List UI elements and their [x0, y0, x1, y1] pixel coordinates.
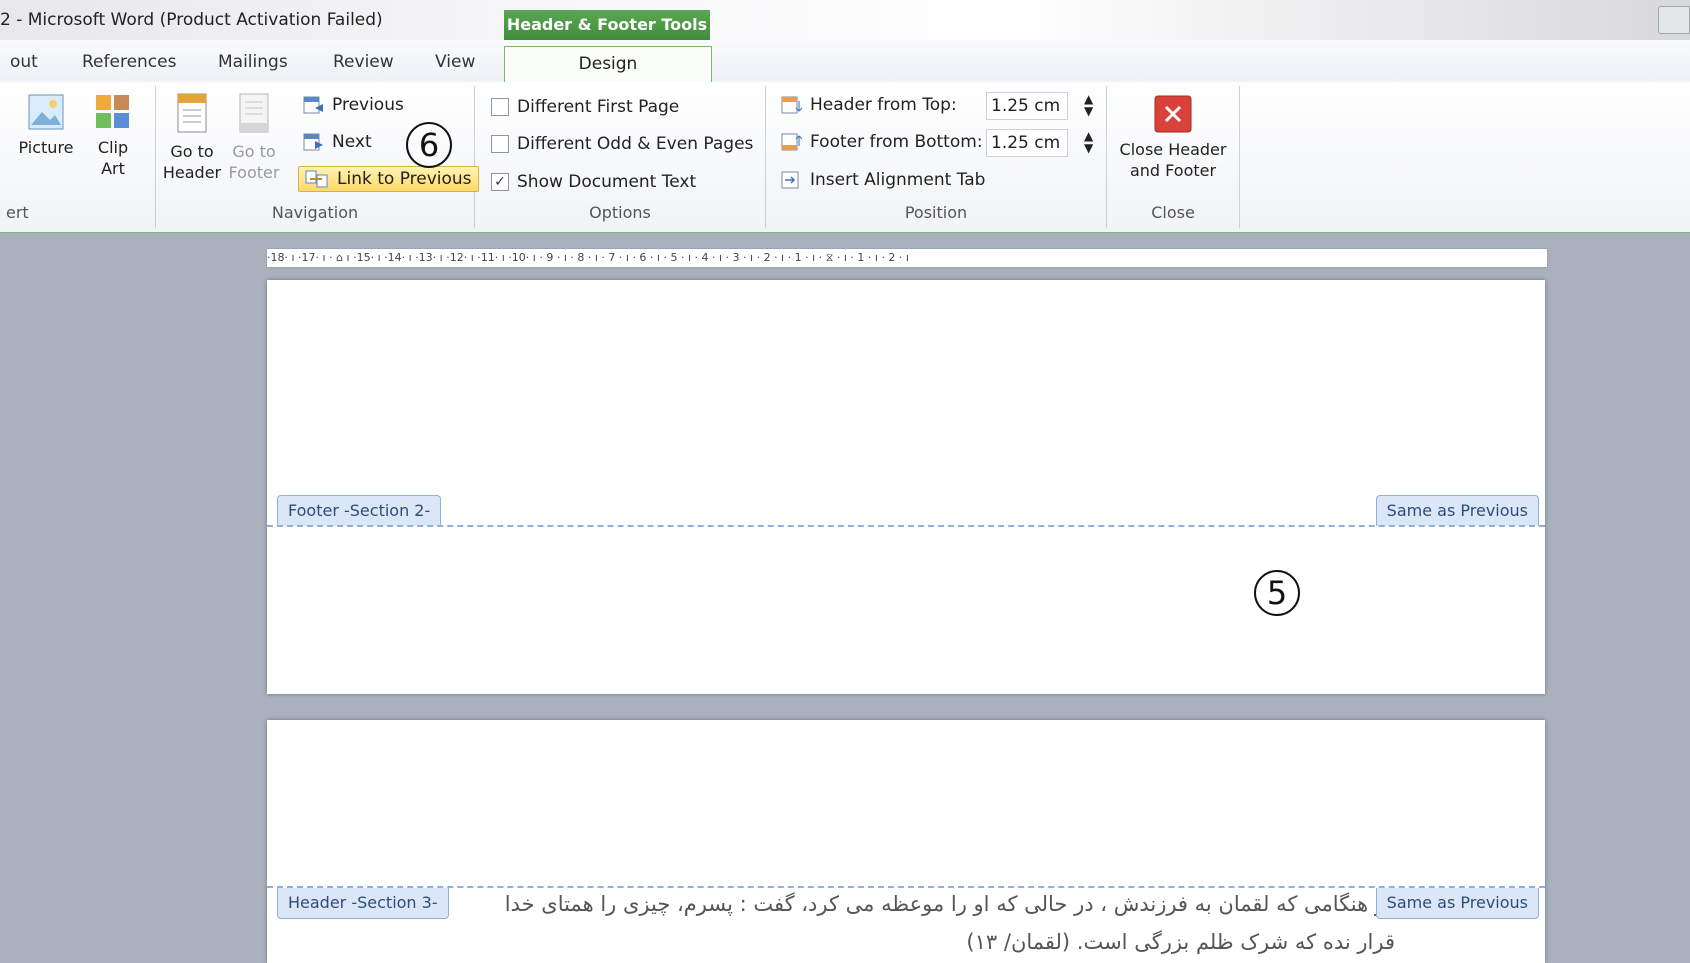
go-to-header-button[interactable]: Go to Header [162, 90, 222, 183]
go-to-footer-button[interactable]: Go to Footer [226, 90, 282, 183]
show-document-text-label: Show Document Text [517, 172, 697, 192]
next-button[interactable]: Next [302, 132, 372, 152]
next-icon [303, 133, 323, 151]
tab-layout[interactable]: out [10, 52, 38, 72]
previous-button[interactable]: Previous [302, 95, 404, 115]
close-header-label-1: Close Header [1119, 140, 1227, 159]
picture-button[interactable]: Picture [18, 92, 74, 158]
navigation-group-label: Navigation [271, 203, 359, 222]
previous-icon [303, 96, 323, 114]
callout-6: 6 [406, 122, 452, 168]
clip-art-label-2: Art [101, 159, 125, 178]
page-1: Footer -Section 2- Same as Previous 5 [267, 280, 1545, 694]
insert-group: Picture Clip Art ert [0, 86, 156, 228]
position-group-label: Position [904, 203, 968, 222]
link-to-previous-icon [305, 170, 328, 188]
different-first-page-checkbox[interactable]: Different First Page [491, 97, 679, 117]
go-to-footer-icon [239, 93, 269, 133]
header-boundary-line [267, 886, 1545, 888]
footer-from-bottom-input[interactable]: 1.25 cm [986, 129, 1068, 157]
footer-section-tag: Footer -Section 2- [277, 495, 442, 526]
different-odd-even-checkbox[interactable]: Different Odd & Even Pages [491, 134, 753, 154]
footer-from-bottom-label: Footer from Bottom: [810, 132, 983, 152]
different-first-page-label: Different First Page [517, 97, 680, 117]
alignment-tab-icon [781, 171, 799, 189]
ribbon-tabs: out References Mailings Review View Desi… [0, 40, 1690, 83]
header-section-tag: Header -Section 3- [277, 888, 449, 919]
checkmark-icon: ✓ [491, 173, 509, 191]
horizontal-ruler[interactable]: ·18· ı ·17· ı · ⌂ ı ·15· ı ·14· ı ·13· ı… [266, 248, 1548, 268]
clip-art-label-1: Clip [97, 138, 129, 157]
checkbox-icon [491, 98, 509, 116]
header-from-top-input[interactable]: 1.25 cm [986, 92, 1068, 120]
options-group: Different First Page Different Odd & Eve… [475, 86, 766, 228]
previous-label: Previous [332, 95, 404, 115]
header-spinner-arrows-icon[interactable]: ▲ ▼ [1084, 93, 1093, 117]
different-odd-even-label: Different Odd & Even Pages [517, 134, 754, 154]
position-group: Header from Top: 1.25 cm ▲ ▼ Footer from … [766, 86, 1107, 228]
link-to-previous-label: Link to Previous [337, 169, 472, 189]
tab-mailings[interactable]: Mailings [218, 52, 288, 72]
header-text-line-1[interactable]: و هنگامی که لقمان به فرزندش ، در حالی که… [505, 892, 1385, 916]
header-from-top-label-row: Header from Top: [780, 95, 957, 115]
header-position-icon [781, 96, 802, 114]
close-icon [1154, 95, 1192, 133]
clip-art-button[interactable]: Clip Art [88, 92, 138, 179]
go-to-header-label-1: Go to [170, 142, 214, 161]
tab-review[interactable]: Review [333, 52, 394, 72]
clip-art-icon [96, 95, 129, 128]
insert-alignment-tab-button[interactable]: Insert Alignment Tab [780, 170, 985, 190]
callout-5: 5 [1254, 570, 1300, 616]
page-2: Header -Section 3- و هنگامی که لقمان به … [267, 720, 1545, 963]
link-to-previous-button[interactable]: Link to Previous [298, 166, 479, 192]
same-as-previous-tag: Same as Previous [1375, 888, 1539, 919]
close-header-label-2: and Footer [1129, 161, 1217, 180]
tab-design[interactable]: Design [504, 46, 712, 83]
insert-alignment-tab-label: Insert Alignment Tab [810, 170, 986, 190]
header-from-top-label: Header from Top: [810, 95, 957, 115]
tab-references[interactable]: References [82, 52, 176, 72]
insert-group-label: ert [6, 203, 29, 222]
footer-position-icon [781, 133, 802, 151]
go-to-header-label-2: Header [162, 163, 222, 182]
header-footer-tools-tab: Header & Footer Tools [504, 10, 710, 40]
go-to-header-icon [177, 93, 207, 133]
tab-view[interactable]: View [435, 52, 475, 72]
same-as-previous-tag: Same as Previous [1375, 495, 1539, 526]
checkbox-icon [491, 135, 509, 153]
ribbon: Picture Clip Art ert Go to Header Go to … [0, 82, 1690, 234]
window-control-button[interactable] [1658, 6, 1690, 34]
close-group-label: Close [1151, 203, 1195, 222]
footer-boundary-line [267, 525, 1545, 527]
title-bar: 2 - Microsoft Word (Product Activation F… [0, 0, 1690, 40]
window-title: 2 - Microsoft Word (Product Activation F… [0, 10, 383, 30]
close-header-footer-button[interactable]: Close Header and Footer [1111, 94, 1235, 181]
go-to-footer-label-2: Footer [228, 163, 280, 182]
picture-label: Picture [18, 138, 74, 157]
show-document-text-checkbox[interactable]: ✓ Show Document Text [491, 172, 696, 192]
footer-from-bottom-label-row: Footer from Bottom: [780, 132, 983, 152]
go-to-footer-label-1: Go to [232, 142, 276, 161]
next-label: Next [332, 132, 372, 152]
footer-spinner-arrows-icon[interactable]: ▲ ▼ [1084, 130, 1093, 154]
options-group-label: Options [589, 203, 651, 222]
picture-icon [28, 94, 64, 130]
close-group: Close Header and Footer Close [1107, 86, 1240, 228]
header-text-line-2[interactable]: قرار نده که شرک ظلم بزرگی است. (لقمان/ ۱… [966, 930, 1395, 954]
